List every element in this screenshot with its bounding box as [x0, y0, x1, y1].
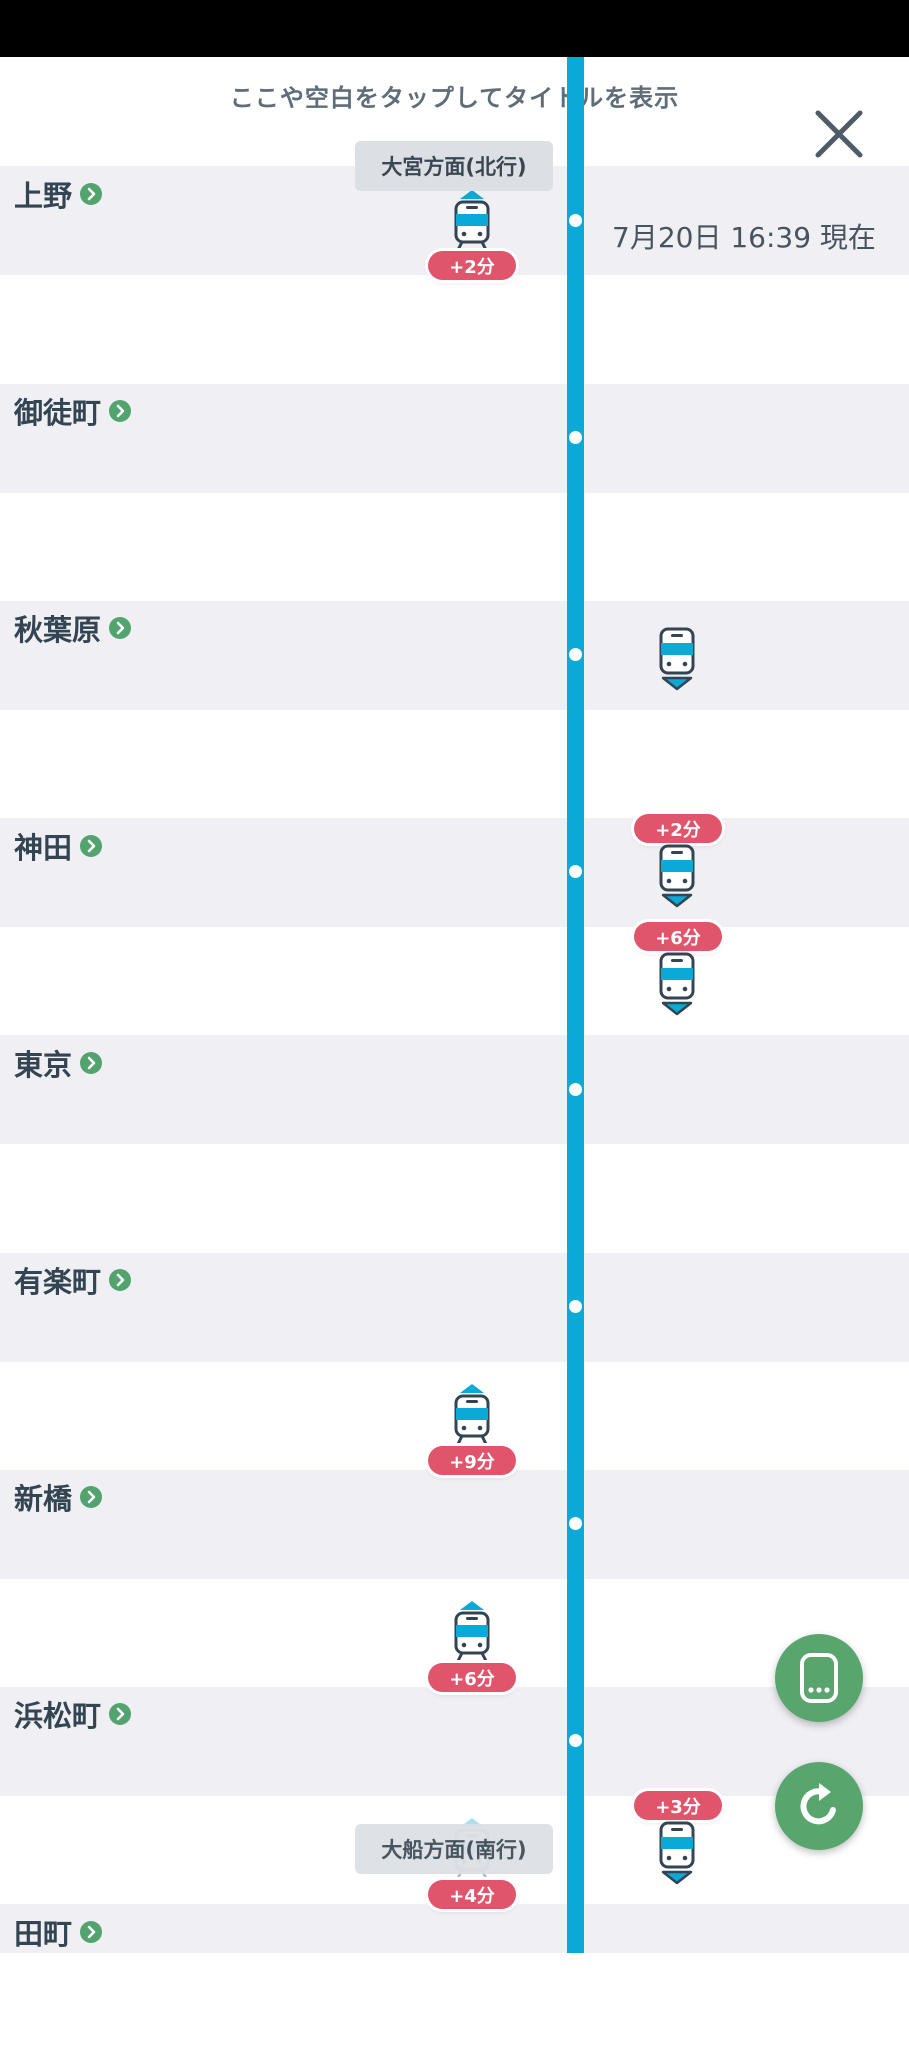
station-yurakucho[interactable]: 有楽町	[14, 1260, 132, 1300]
station-dot	[569, 1083, 582, 1096]
station-dot	[569, 1734, 582, 1747]
train-southbound[interactable]	[655, 627, 699, 693]
station-dot	[569, 865, 582, 878]
station-band	[0, 1253, 909, 1362]
station-band	[0, 1687, 909, 1796]
station-dot	[569, 431, 582, 444]
station-shimbashi[interactable]: 新橋	[14, 1477, 103, 1517]
station-dot	[569, 214, 582, 227]
status-bar	[0, 0, 909, 57]
train-list-button[interactable]	[775, 1634, 863, 1722]
delay-badge: +2分	[428, 251, 516, 280]
delay-badge: +3分	[634, 1791, 722, 1820]
chevron-right-icon	[80, 1921, 103, 1943]
direction-label-north: 大宮方面(北行)	[355, 141, 553, 191]
chevron-right-icon	[109, 400, 132, 422]
train-down-icon	[659, 1821, 695, 1885]
chevron-right-icon	[109, 617, 132, 639]
chevron-right-icon	[80, 835, 103, 857]
station-name: 上野	[14, 179, 73, 213]
station-name: 御徒町	[14, 396, 102, 430]
station-tamachi[interactable]: 田町	[14, 1912, 103, 1952]
station-band	[0, 1470, 909, 1579]
train-front-icon	[800, 1653, 838, 1703]
station-band	[0, 1904, 909, 1953]
chevron-right-icon	[80, 183, 103, 205]
train-up-icon	[454, 190, 490, 252]
station-okachimachi[interactable]: 御徒町	[14, 391, 132, 431]
delay-badge: +6分	[634, 922, 722, 951]
update-timestamp: 7月20日 16:39 現在	[612, 221, 876, 254]
train-down-icon	[659, 627, 695, 691]
chevron-right-icon	[109, 1269, 132, 1291]
station-band	[0, 601, 909, 710]
train-southbound[interactable]	[655, 1821, 699, 1887]
delay-badge: +2分	[634, 814, 722, 843]
station-band	[0, 818, 909, 927]
delay-badge: +9分	[428, 1446, 516, 1475]
station-name: 浜松町	[14, 1699, 102, 1733]
train-northbound[interactable]	[450, 1601, 494, 1667]
station-name: 田町	[14, 1917, 73, 1951]
station-band	[0, 1035, 909, 1144]
bottom-blank-area	[0, 1953, 909, 2048]
station-name: 東京	[14, 1048, 73, 1082]
delay-badge: +6分	[428, 1663, 516, 1692]
train-up-icon	[454, 1601, 490, 1663]
train-southbound[interactable]	[655, 844, 699, 910]
close-icon	[815, 110, 863, 158]
refresh-button[interactable]	[775, 1762, 863, 1850]
train-up-icon	[454, 1384, 490, 1446]
chevron-right-icon	[109, 1703, 132, 1725]
station-band	[0, 384, 909, 493]
train-northbound[interactable]	[450, 190, 494, 256]
station-name: 秋葉原	[14, 613, 102, 647]
station-hamamatsucho[interactable]: 浜松町	[14, 1694, 132, 1734]
station-name: 新橋	[14, 1482, 73, 1516]
chevron-right-icon	[80, 1052, 103, 1074]
station-kanda[interactable]: 神田	[14, 826, 103, 866]
train-northbound[interactable]	[450, 1384, 494, 1450]
station-dot	[569, 1300, 582, 1313]
train-location-screen: ここや空白をタップしてタイトルを表示 上野 御徒町 秋葉原 神田 東京 有楽町	[0, 0, 909, 2048]
train-down-icon	[659, 844, 695, 908]
refresh-icon	[800, 1783, 836, 1825]
train-southbound[interactable]	[655, 952, 699, 1018]
direction-label-south: 大船方面(南行)	[355, 1824, 553, 1874]
station-dot	[569, 1517, 582, 1530]
station-dot	[569, 648, 582, 661]
line-track	[567, 57, 584, 1953]
chevron-right-icon	[80, 1486, 103, 1508]
tap-hint[interactable]: ここや空白をタップしてタイトルを表示	[0, 78, 909, 113]
train-down-icon	[659, 952, 695, 1016]
delay-badge: +4分	[428, 1880, 516, 1909]
station-tokyo[interactable]: 東京	[14, 1043, 103, 1083]
close-button[interactable]	[812, 107, 866, 161]
station-ueno[interactable]: 上野	[14, 174, 103, 214]
station-akihabara[interactable]: 秋葉原	[14, 608, 132, 648]
station-name: 神田	[14, 831, 73, 865]
station-name: 有楽町	[14, 1265, 102, 1299]
